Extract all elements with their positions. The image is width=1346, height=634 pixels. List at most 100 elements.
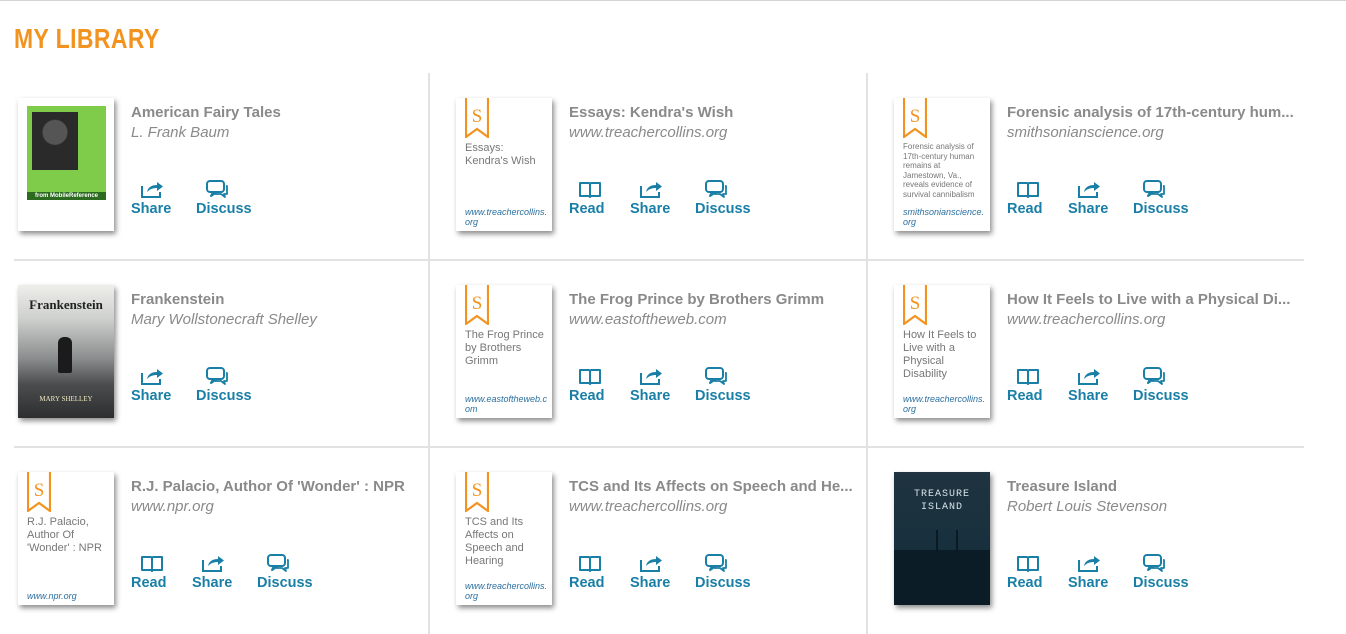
share-icon [638,553,664,573]
discuss-button[interactable]: Discuss [1133,553,1213,592]
read-button[interactable]: Read [1007,553,1068,592]
bookmark-ribbon-icon: S [902,285,928,327]
book-cover[interactable]: S Essays: Kendra's Wish www.treachercollin… [456,98,552,231]
share-label: Share [630,575,671,591]
book-cover[interactable]: S The Frog Prince by Brothers Grimm www.ea… [456,285,552,418]
share-button[interactable]: Share [1068,366,1133,405]
discuss-button[interactable]: Discuss [695,553,775,592]
bookmark-ribbon-icon: S [902,98,928,140]
discuss-icon [265,553,291,573]
discuss-icon [1141,179,1167,199]
item-title[interactable]: Treasure Island [1007,478,1297,496]
item-actions: Read Share Discuss [569,179,775,218]
discuss-button[interactable]: Discuss [695,179,775,218]
discuss-button[interactable]: Discuss [1133,179,1213,218]
book-icon [1015,366,1041,386]
share-button[interactable]: Share [1068,553,1133,592]
item-actions: Share Discuss [131,366,276,405]
read-label: Read [569,388,605,404]
discuss-label: Discuss [196,201,252,217]
discuss-button[interactable]: Discuss [196,179,276,218]
svg-text:S: S [472,480,483,501]
share-icon [200,553,226,573]
discuss-label: Discuss [1133,575,1189,591]
share-button[interactable]: Share [630,366,695,405]
item-subtitle: www.eastoftheweb.com [569,311,727,328]
bookmark-ribbon-icon: S [464,285,490,327]
book-icon [577,366,603,386]
discuss-label: Discuss [695,388,751,404]
book-cover[interactable]: Frankenstein MARY SHELLEY [18,285,114,418]
share-button[interactable]: Share [630,179,695,218]
library-item: TREASURE ISLAND Treasure Island Robert Lo… [876,448,1296,634]
item-title[interactable]: R.J. Palacio, Author Of 'Wonder' : NPR [131,478,421,496]
item-subtitle: www.treachercollins.org [569,498,728,515]
item-title[interactable]: American Fairy Tales [131,104,421,122]
book-cover[interactable]: S R.J. Palacio, Author Of 'Wonder' : NPR w… [18,472,114,605]
library-item: from MobileReference American Fairy Tales… [0,74,420,260]
share-button[interactable]: Share [131,179,196,218]
cover-title: Forensic analysis of 17th-century human … [903,142,975,199]
discuss-button[interactable]: Discuss [196,366,276,405]
share-icon [139,366,165,386]
read-button[interactable]: Read [1007,366,1068,405]
share-icon [139,179,165,199]
item-actions: Read Share Discuss [1007,179,1213,218]
share-button[interactable]: Share [131,366,196,405]
discuss-button[interactable]: Discuss [1133,366,1213,405]
share-label: Share [192,575,233,591]
read-button[interactable]: Read [569,179,630,218]
read-button[interactable]: Read [569,366,630,405]
discuss-icon [703,553,729,573]
cover-source: www.treachercollins.org [465,581,548,601]
bookmark-ribbon-icon: S [464,98,490,140]
cover-source: www.eastoftheweb.com [465,394,548,414]
cover-author: MARY SHELLEY [39,395,93,403]
discuss-button[interactable]: Discuss [695,366,775,405]
item-title[interactable]: Essays: Kendra's Wish [569,104,859,122]
book-cover[interactable]: S How It Feels to Live with a Physical Di… [894,285,990,418]
discuss-icon [1141,366,1167,386]
item-title[interactable]: Frankenstein [131,291,421,309]
share-button[interactable]: Share [192,553,257,592]
share-label: Share [1068,575,1109,591]
library-item: S How It Feels to Live with a Physical Di… [876,261,1296,447]
bookmark-ribbon-icon: S [26,472,52,514]
item-subtitle: www.npr.org [131,498,214,515]
read-button[interactable]: Read [1007,179,1068,218]
item-title[interactable]: The Frog Prince by Brothers Grimm [569,291,859,309]
cover-source: www.treachercollins.org [465,207,548,227]
discuss-icon [204,179,230,199]
library-item: Frankenstein MARY SHELLEY Frankenstein Mar… [0,261,420,447]
svg-text:S: S [34,480,45,501]
cover-source: smithsonianscience.org [903,207,985,227]
discuss-icon [1141,553,1167,573]
read-button[interactable]: Read [569,553,630,592]
discuss-button[interactable]: Discuss [257,553,337,592]
share-label: Share [630,201,671,217]
share-button[interactable]: Share [630,553,695,592]
library-item: S Essays: Kendra's Wish www.treachercollin… [438,74,858,260]
read-label: Read [569,575,605,591]
column-divider [428,73,430,634]
ship-silhouette [936,530,958,552]
share-icon [1076,366,1102,386]
svg-text:S: S [472,293,483,314]
book-icon [1015,179,1041,199]
read-button[interactable]: Read [131,553,192,592]
book-cover[interactable]: TREASURE ISLAND [894,472,990,605]
svg-text:S: S [472,106,483,127]
library-item: S The Frog Prince by Brothers Grimm www.ea… [438,261,858,447]
book-cover[interactable]: from MobileReference [18,98,114,231]
item-info: Frankenstein Mary Wollstonecraft Shelley S… [131,291,421,404]
discuss-label: Discuss [1133,201,1189,217]
item-info: The Frog Prince by Brothers Grimm www.eas… [569,291,859,404]
share-button[interactable]: Share [1068,179,1133,218]
item-title[interactable]: How It Feels to Live with a Physical Di.… [1007,291,1297,309]
book-cover[interactable]: S TCS and Its Affects on Speech and Heari… [456,472,552,605]
item-actions: Read Share Discuss [569,366,775,405]
item-title[interactable]: Forensic analysis of 17th-century hum... [1007,104,1297,122]
book-cover[interactable]: S Forensic analysis of 17th-century human… [894,98,990,231]
item-title[interactable]: TCS and Its Affects on Speech and He... [569,478,859,496]
share-icon [1076,553,1102,573]
